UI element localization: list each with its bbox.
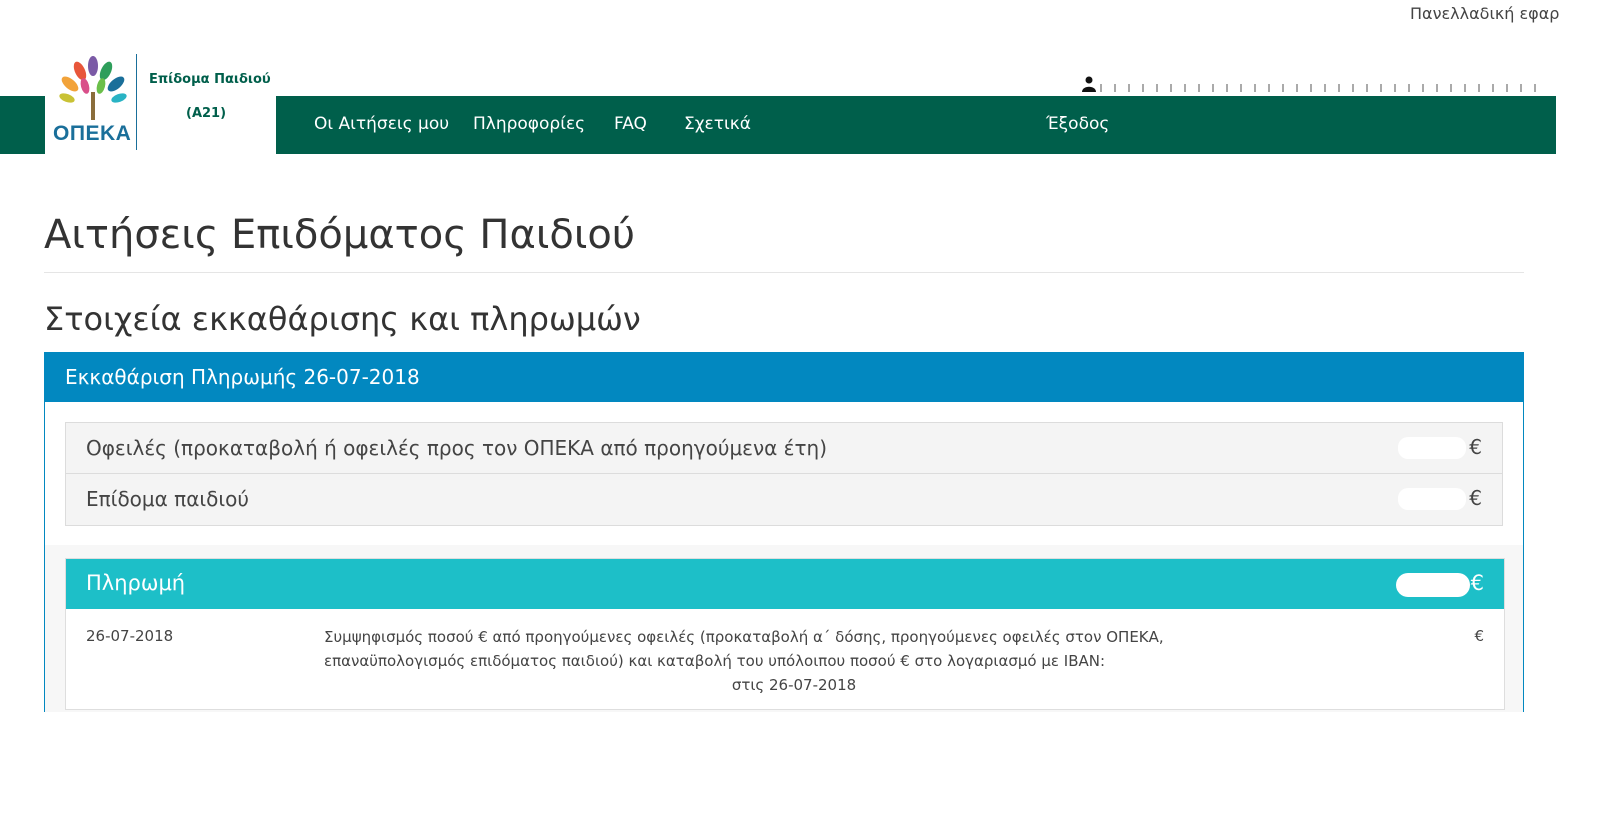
payment-date: 26-07-2018 bbox=[86, 627, 174, 645]
payment-description-line2: επαναϋπολογισμός επιδόματος παιδιού) και… bbox=[324, 652, 1106, 670]
payment-description-line3: στις 26-07-2018 bbox=[731, 676, 857, 694]
nav-faq[interactable]: FAQ bbox=[614, 114, 647, 134]
settlement-panel-header: Εκκαθάριση Πληρωμής 26-07-2018 bbox=[45, 352, 1523, 402]
logout-link[interactable]: Έξοδος bbox=[1046, 114, 1109, 134]
logo-code: (Α21) bbox=[186, 106, 227, 121]
top-banner: Πανελλαδική εφαρ bbox=[1410, 4, 1560, 23]
payment-total-redacted bbox=[1396, 573, 1470, 597]
logo-title: Επίδομα Παιδιού bbox=[149, 72, 271, 87]
debts-row: Οφειλές (προκαταβολή ή οφειλές προς τον … bbox=[65, 422, 1503, 475]
logo-brand: ΟΠΕΚΑ bbox=[53, 122, 132, 145]
page-title: Αιτήσεις Επιδόματος Παιδιού bbox=[44, 212, 636, 258]
payment-title: Πληρωμή bbox=[86, 571, 186, 595]
payment-description-line1: Συμψηφισμός ποσού € από προηγούμενες οφε… bbox=[324, 628, 1164, 646]
payment-currency: € bbox=[1470, 571, 1484, 595]
payment-description: Συμψηφισμός ποσού € από προηγούμενες οφε… bbox=[324, 625, 1264, 697]
logo[interactable]: ΟΠΕΚΑ Επίδομα Παιδιού (Α21) bbox=[45, 50, 276, 154]
child-benefit-currency: € bbox=[1469, 486, 1482, 510]
child-benefit-amount-redacted bbox=[1398, 488, 1466, 510]
logo-divider bbox=[136, 54, 137, 150]
debts-amount-redacted bbox=[1398, 437, 1466, 459]
debts-label: Οφειλές (προκαταβολή ή οφειλές προς τον … bbox=[86, 436, 828, 460]
nav-information[interactable]: Πληροφορίες bbox=[473, 114, 585, 134]
settlement-panel-title: Εκκαθάριση Πληρωμής 26-07-2018 bbox=[65, 365, 420, 389]
payment-card: Πληρωμή € 26-07-2018 Συμψηφισμός ποσού €… bbox=[65, 558, 1505, 710]
child-benefit-row: Επίδομα παιδιού € bbox=[65, 473, 1503, 526]
tree-logo-icon bbox=[59, 56, 127, 120]
child-benefit-label: Επίδομα παιδιού bbox=[86, 487, 249, 511]
user-icon bbox=[1082, 76, 1096, 92]
debts-currency: € bbox=[1469, 435, 1482, 459]
payment-header: Πληρωμή € bbox=[66, 559, 1504, 609]
user-info-redacted bbox=[1100, 84, 1540, 92]
nav-about[interactable]: Σχετικά bbox=[684, 114, 751, 134]
settlement-panel: Εκκαθάριση Πληρωμής 26-07-2018 Οφειλές (… bbox=[44, 352, 1524, 712]
title-divider bbox=[44, 272, 1524, 273]
payment-amount-currency: € bbox=[1474, 627, 1484, 645]
section-title: Στοιχεία εκκαθάρισης και πληρωμών bbox=[44, 300, 641, 338]
nav-my-applications[interactable]: Οι Αιτήσεις μου bbox=[314, 114, 449, 134]
